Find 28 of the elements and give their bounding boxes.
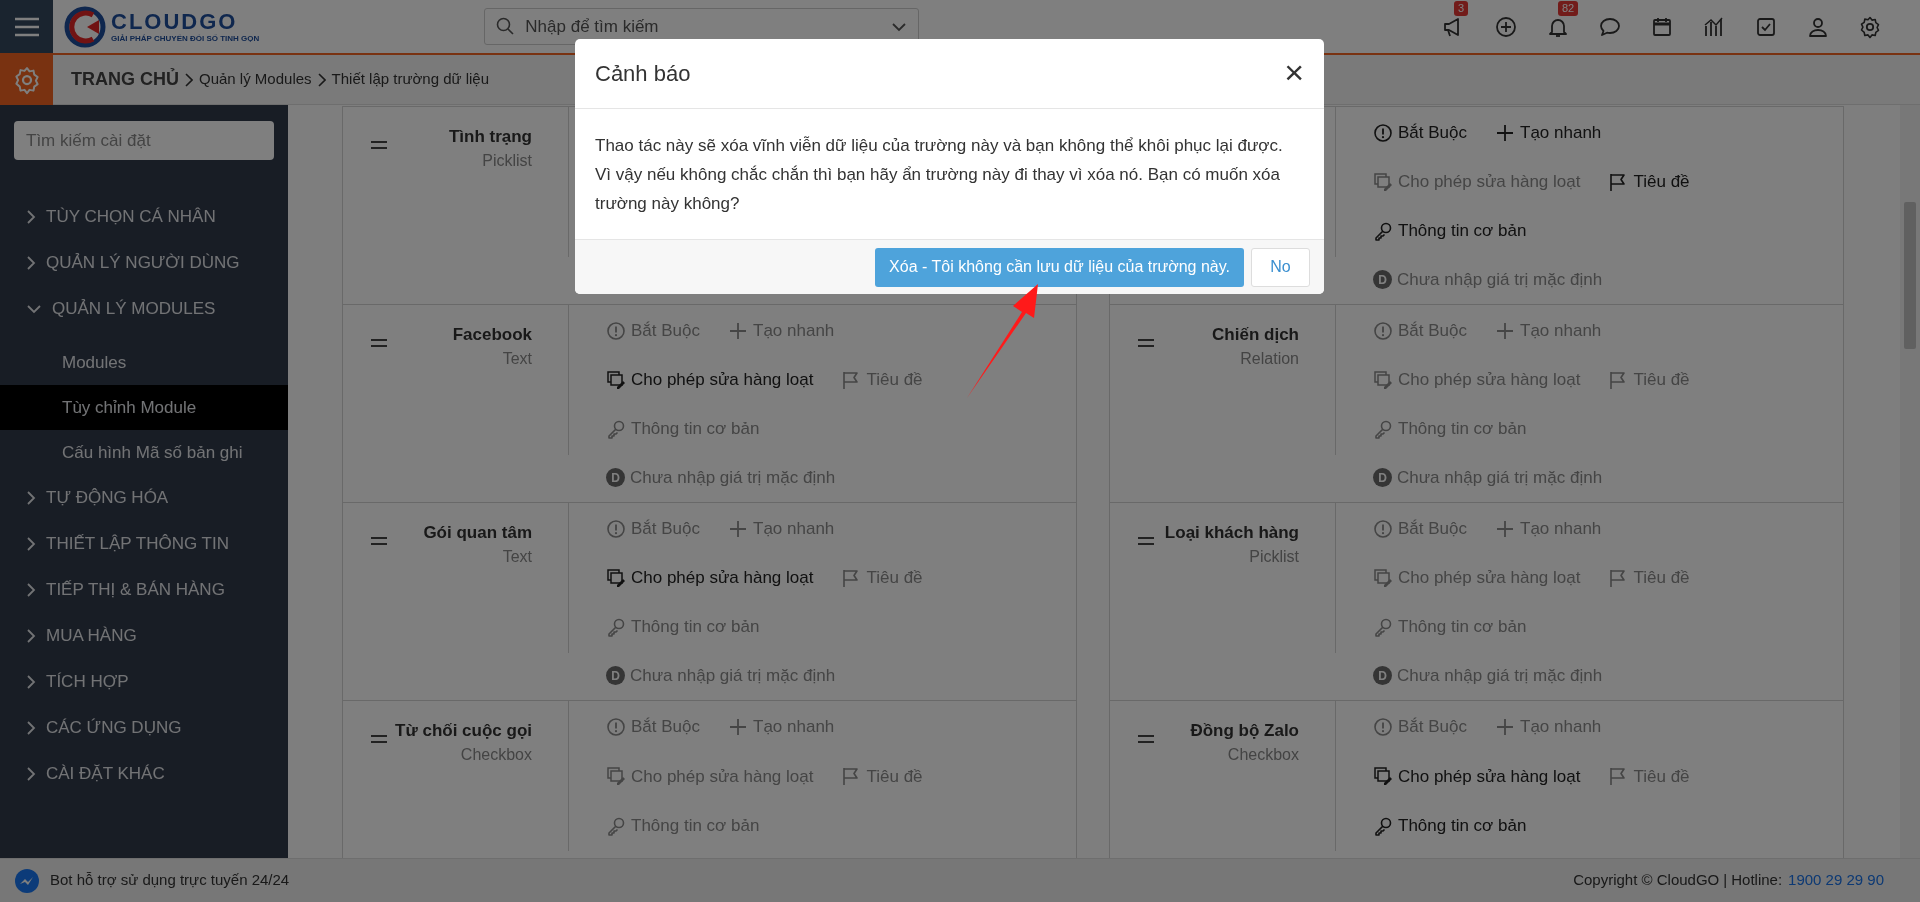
separator-text: | — [1723, 870, 1728, 891]
copyright-text: Copyright © CloudGO — [1573, 870, 1720, 891]
default-value-icon: D — [1373, 270, 1392, 289]
field-type: Checkbox — [460, 745, 532, 765]
field-type: Relation — [1240, 349, 1299, 369]
notification-badge: 3 — [1454, 0, 1469, 16]
field-label: Gói quan tâm — [423, 522, 532, 544]
field-type: Checkbox — [1227, 745, 1299, 765]
field-label: Từ chối cuộc gọi — [395, 720, 532, 742]
default-value-icon: D — [606, 666, 625, 685]
dialog-title: Cảnh báo — [595, 60, 691, 88]
field-type: Picklist — [1249, 547, 1299, 567]
field-type: Text — [502, 349, 532, 369]
field-label: Facebook — [452, 324, 532, 346]
default-value-icon: D — [1373, 666, 1392, 685]
default-value-icon: D — [606, 468, 625, 487]
logo-tagline: GIẢI PHÁP CHUYỂN ĐỔI SỐ TINH GỌN — [111, 34, 260, 43]
notification-badge: 82 — [1558, 0, 1579, 16]
hotline-label: Hotline: — [1731, 870, 1783, 891]
field-type: Picklist — [482, 151, 532, 171]
logo-text: CLOUDGO — [111, 10, 239, 33]
field-label: Chiến dịch — [1212, 324, 1299, 346]
field-label: Loại khách hàng — [1164, 522, 1299, 544]
dialog-message: Thao tác này sẽ xóa vĩnh viễn dữ liệu của trường này và bạn không thể khôi phục lại được. Vì vậy nếu không chắc chắn thì bạn hãy ẩn trường này đi thay vì xóa nó. Bạn có muốn xóa trường này không? — [594, 135, 1284, 215]
field-type: Text — [502, 547, 532, 567]
field-label: Đồng bộ Zalo — [1190, 720, 1299, 742]
field-label: Tình trạng — [448, 126, 532, 148]
default-value-icon: D — [1373, 468, 1392, 487]
